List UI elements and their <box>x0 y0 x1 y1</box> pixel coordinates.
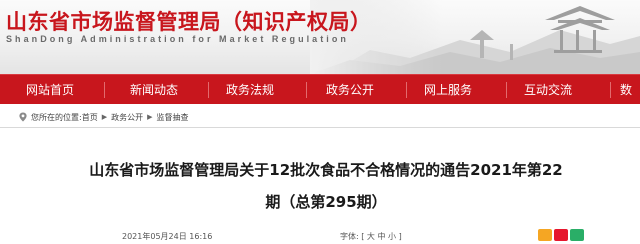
nav-item-data[interactable]: 数 <box>620 75 640 104</box>
font-size-small-link[interactable]: 小 <box>388 232 396 241</box>
chevron-right-icon: ▶ <box>147 113 153 121</box>
breadcrumb-supervision-link[interactable]: 监督抽查 <box>156 112 188 123</box>
nav-item-home[interactable]: 网站首页 <box>22 75 78 104</box>
share-weibo-icon[interactable] <box>554 229 568 241</box>
chevron-right-icon: ▶ <box>101 113 108 121</box>
publish-date: 2021年05月24日 16:16 <box>122 232 213 241</box>
nav-divider <box>306 82 307 98</box>
nav-item-gov-affairs[interactable]: 政务公开 <box>322 75 378 104</box>
nav-item-online-services[interactable]: 网上服务 <box>420 75 476 104</box>
font-size-large-link[interactable]: 大 <box>367 232 375 241</box>
nav-divider <box>506 82 507 98</box>
article-title: 山东省市场监督管理局关于12批次食品不合格情况的通告2021年第22期（总第29… <box>89 161 563 211</box>
nav-divider <box>610 82 611 98</box>
main-nav: 网站首页 新闻动态 政务法规 政务公开 网上服务 互动交流 数 <box>0 74 640 104</box>
breadcrumb: 您所在的位置: 首页 ▶ 政务公开 ▶ 监督抽查 <box>18 110 188 124</box>
nav-divider <box>406 82 407 98</box>
nav-divider <box>208 82 209 98</box>
bracket-close: ] <box>398 232 402 241</box>
font-size-medium-link[interactable]: 中 <box>377 232 385 241</box>
bracket-open: [ <box>361 232 365 241</box>
nav-item-news[interactable]: 新闻动态 <box>126 75 182 104</box>
article-meta: 2021年05月24日 16:16 字体: [ 大 中 小 ] <box>0 228 640 244</box>
font-size-control: 字体: [ 大 中 小 ] <box>340 231 402 242</box>
breadcrumb-home-link[interactable]: 首页 <box>82 112 98 123</box>
nav-item-regulations[interactable]: 政务法规 <box>222 75 278 104</box>
share-wechat-icon[interactable] <box>570 229 584 241</box>
site-title: 山东省市场监督管理局（知识产权局） <box>6 10 372 34</box>
nav-item-interaction[interactable]: 互动交流 <box>520 75 576 104</box>
site-subtitle: ShanDong Administration for Market Regul… <box>6 34 349 44</box>
share-qzone-icon[interactable] <box>538 229 552 241</box>
nav-divider <box>104 82 105 98</box>
location-icon <box>19 112 27 122</box>
breadcrumb-gov-affairs-link[interactable]: 政务公开 <box>111 112 143 123</box>
font-size-label: 字体: <box>340 232 359 241</box>
site-banner: 山东省市场监督管理局（知识产权局） ShanDong Administratio… <box>0 0 640 74</box>
breadcrumb-divider <box>0 127 640 128</box>
share-buttons <box>538 229 584 241</box>
breadcrumb-prefix: 您所在的位置: <box>31 112 82 122</box>
